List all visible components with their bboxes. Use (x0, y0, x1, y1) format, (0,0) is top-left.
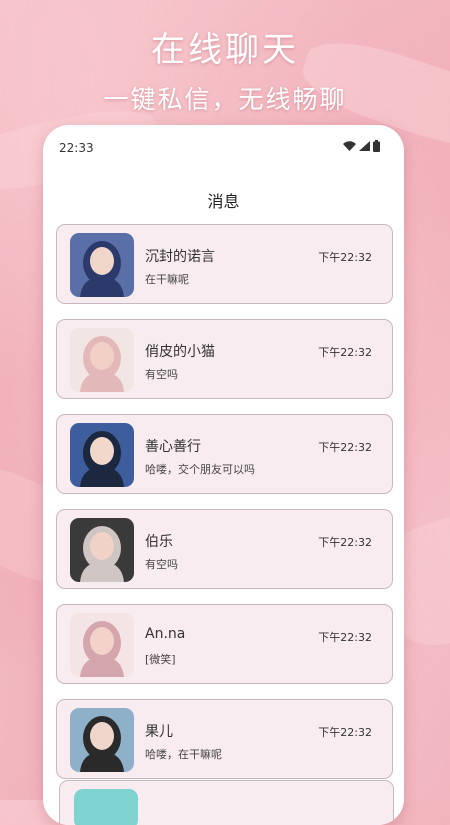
last-message: 哈喽，交个朋友可以吗 (145, 463, 255, 476)
list-item[interactable] (59, 780, 394, 825)
status-icons (343, 140, 380, 152)
conversation-item[interactable]: 果儿 哈喽，在干嘛呢 下午22:32 (56, 699, 393, 779)
message-time: 下午22:32 (318, 536, 372, 549)
last-message: 在干嘛呢 (145, 273, 189, 286)
battery-icon (373, 140, 380, 152)
message-time: 下午22:32 (318, 441, 372, 454)
contact-name: 果儿 (145, 724, 173, 740)
wifi-icon (343, 141, 356, 151)
page-title: 消息 (207, 192, 240, 211)
conversation-item[interactable]: 沉封的诺言 在干嘛呢 下午22:32 (56, 224, 393, 304)
conversation-item[interactable]: 伯乐 有空吗 下午22:32 (56, 509, 393, 589)
contact-name: 善心善行 (145, 439, 201, 455)
avatar (70, 708, 134, 772)
conversation-item[interactable]: 俏皮的小猫 有空吗 下午22:32 (56, 319, 393, 399)
avatar (70, 328, 134, 392)
status-bar: 22:33 (43, 125, 404, 171)
signal-icon (359, 141, 370, 151)
last-message: [微笑] (145, 653, 176, 666)
contact-name: 伯乐 (145, 534, 173, 550)
contact-name: 俏皮的小猫 (145, 344, 215, 360)
avatar (70, 518, 134, 582)
last-message: 有空吗 (145, 368, 178, 381)
conversation-item[interactable]: An.na [微笑] 下午22:32 (56, 604, 393, 684)
last-message: 哈喽，在干嘛呢 (145, 748, 222, 761)
phone-frame: 22:33 消息 沉封的诺言 在干嘛呢 下午22:32 俏皮的小猫 有空吗 下午… (43, 125, 404, 825)
conversation-item[interactable]: 善心善行 哈喽，交个朋友可以吗 下午22:32 (56, 414, 393, 494)
avatar (70, 423, 134, 487)
avatar (70, 233, 134, 297)
contact-name: 沉封的诺言 (145, 249, 215, 265)
avatar (74, 789, 138, 825)
message-time: 下午22:32 (318, 726, 372, 739)
promo-title: 在线聊天 (151, 30, 299, 70)
avatar (70, 613, 134, 677)
conversation-list: 沉封的诺言 在干嘛呢 下午22:32 俏皮的小猫 有空吗 下午22:32 善心善… (56, 224, 393, 794)
promo-subtitle: 一键私信，无线畅聊 (103, 85, 347, 114)
contact-name: An.na (145, 626, 186, 642)
status-time: 22:33 (59, 141, 94, 155)
message-time: 下午22:32 (318, 251, 372, 264)
message-time: 下午22:32 (318, 346, 372, 359)
last-message: 有空吗 (145, 558, 178, 571)
message-time: 下午22:32 (318, 631, 372, 644)
